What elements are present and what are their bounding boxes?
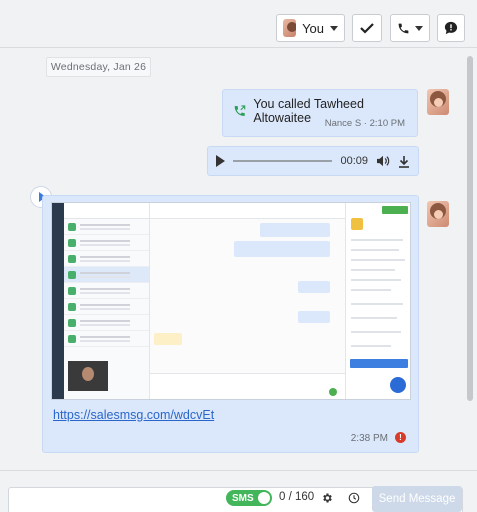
sms-toggle[interactable]: SMS bbox=[226, 490, 272, 506]
assignee-label: You bbox=[302, 20, 324, 36]
sender-avatar bbox=[427, 201, 449, 227]
character-counter: 0 / 160 bbox=[279, 491, 315, 503]
conversation-toolbar: You bbox=[0, 0, 477, 48]
audio-duration: 00:09 bbox=[340, 155, 368, 167]
date-divider: Wednesday, Jan 26 bbox=[46, 57, 151, 77]
note-icon bbox=[444, 21, 458, 35]
phone-icon bbox=[398, 23, 409, 33]
check-icon bbox=[360, 23, 374, 34]
sender-avatar bbox=[427, 89, 449, 115]
toggle-knob bbox=[258, 492, 270, 504]
short-link[interactable]: https://salesmsg.com/wdcvEt bbox=[53, 408, 214, 422]
attachment-chat-pane bbox=[150, 203, 345, 399]
call-log-message: You called Tawheed Altowaitee Nance S · … bbox=[222, 89, 418, 137]
add-note-button[interactable] bbox=[437, 14, 465, 42]
phone-outgoing-icon bbox=[234, 105, 246, 117]
attachment-nav-bar bbox=[52, 203, 64, 399]
thread-scrollbar[interactable] bbox=[467, 56, 473, 401]
screenshot-attachment[interactable] bbox=[51, 202, 411, 400]
close-conversation-button[interactable] bbox=[352, 14, 382, 42]
attachment-video-thumb bbox=[68, 361, 108, 391]
download-icon[interactable] bbox=[398, 155, 410, 168]
gear-icon[interactable] bbox=[321, 492, 333, 504]
media-message: https://salesmsg.com/wdcvEt 2:38 PM ! bbox=[42, 195, 419, 453]
message-timestamp: 2:38 PM bbox=[350, 433, 388, 444]
play-icon[interactable] bbox=[216, 155, 225, 167]
call-button[interactable] bbox=[390, 14, 430, 42]
call-log-meta: Nance S · 2:10 PM bbox=[324, 118, 405, 129]
assignee-dropdown[interactable]: You bbox=[276, 14, 345, 42]
error-icon[interactable]: ! bbox=[395, 432, 406, 443]
call-recording-player: 00:09 bbox=[207, 146, 419, 176]
attachment-contact-panel bbox=[345, 203, 410, 399]
volume-icon[interactable] bbox=[376, 155, 390, 167]
schedule-clock-icon[interactable] bbox=[348, 492, 360, 504]
audio-progress-track[interactable] bbox=[233, 160, 333, 162]
send-message-button[interactable]: Send Message bbox=[372, 486, 462, 512]
chevron-down-icon bbox=[330, 25, 338, 31]
user-avatar-icon bbox=[283, 19, 297, 37]
sms-toggle-label: SMS bbox=[232, 492, 254, 504]
chevron-down-icon[interactable] bbox=[414, 25, 423, 31]
